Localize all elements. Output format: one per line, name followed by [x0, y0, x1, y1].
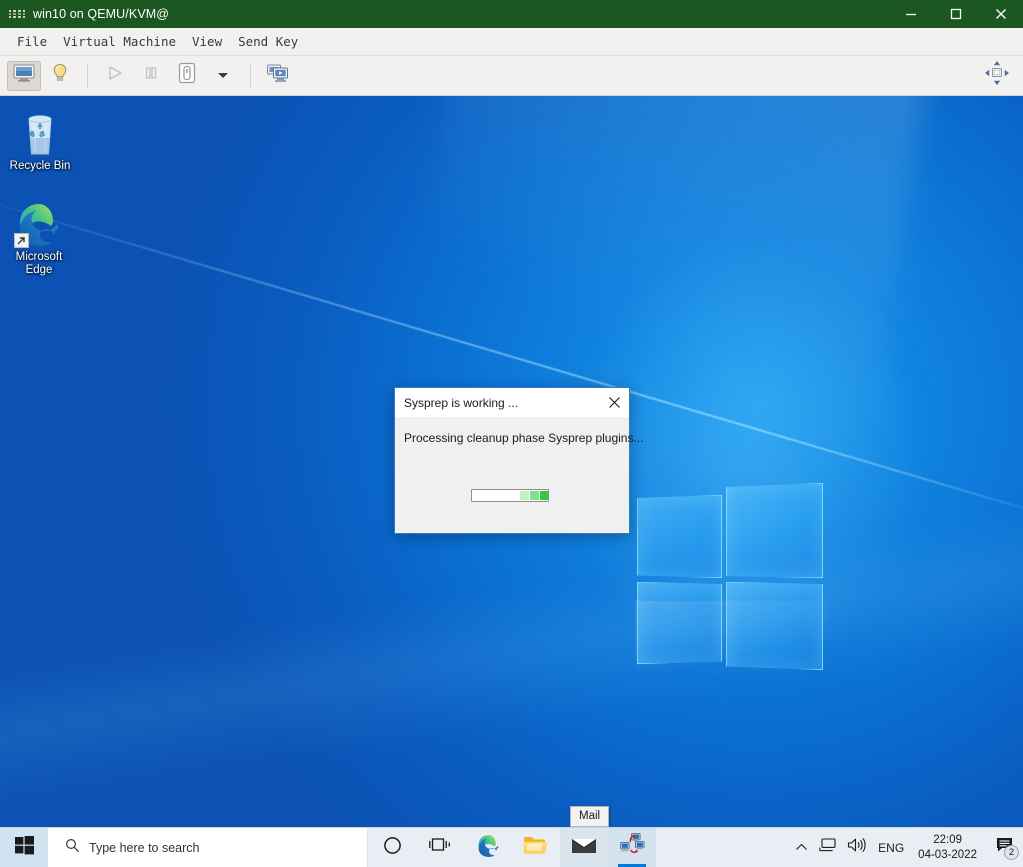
run-vm-button[interactable] [98, 61, 132, 91]
network-computers-icon [619, 833, 645, 862]
start-button[interactable] [0, 828, 48, 867]
notification-badge: 2 [1004, 845, 1019, 860]
show-console-button[interactable] [7, 61, 41, 91]
menu-virtual-machine[interactable]: Virtual Machine [55, 31, 184, 52]
toolbar-separator-2 [250, 64, 251, 88]
shutdown-menu-button[interactable] [206, 61, 240, 91]
menubar: File Virtual Machine View Send Key [0, 28, 1023, 56]
shutdown-vm-button[interactable] [170, 61, 204, 91]
tray-volume-button[interactable] [842, 828, 870, 867]
minimize-button[interactable] [888, 0, 933, 28]
taskbar: Type here to search [0, 827, 1023, 867]
sysprep-dialog[interactable]: Sysprep is working ... Processing cleanu… [394, 387, 630, 534]
taskbar-item-file-explorer[interactable] [512, 828, 560, 867]
windows-logo-icon [637, 483, 823, 670]
clock-time: 22:09 [933, 833, 962, 848]
virt-manager-icon [9, 9, 25, 20]
network-icon [819, 837, 837, 858]
menu-file[interactable]: File [9, 31, 55, 52]
play-icon [105, 64, 125, 87]
fullscreen-icon [984, 60, 1010, 91]
snapshots-icon [266, 63, 290, 88]
shortcut-overlay-icon [14, 233, 29, 248]
power-icon [177, 62, 197, 89]
snapshots-button[interactable] [261, 61, 295, 91]
show-details-button[interactable] [43, 61, 77, 91]
clock-date: 04-03-2022 [918, 848, 977, 863]
maximize-button[interactable] [933, 0, 978, 28]
dialog-message: Processing cleanup phase Sysprep plugins… [404, 431, 643, 445]
window-titlebar[interactable]: win10 on QEMU/KVM@ [0, 0, 1023, 28]
window-controls [888, 0, 1023, 28]
recycle-bin-icon [1, 109, 79, 157]
taskbar-item-microsoft-edge[interactable] [464, 828, 512, 867]
lightbulb-icon [51, 63, 69, 88]
desktop-icon-microsoft-edge[interactable]: Microsoft Edge [0, 200, 78, 277]
progress-bar [471, 489, 549, 502]
action-center-button[interactable]: 2 [987, 828, 1023, 867]
virt-manager-window: win10 on QEMU/KVM@ File Virtual Machine … [0, 0, 1023, 867]
taskbar-item-sysprep[interactable] [608, 828, 656, 867]
search-placeholder: Type here to search [89, 841, 199, 855]
toolbar-separator [87, 64, 88, 88]
chevron-down-icon [216, 67, 230, 85]
window-title: win10 on QEMU/KVM@ [33, 7, 169, 21]
monitor-icon [13, 64, 35, 87]
pause-icon [142, 64, 160, 87]
speaker-icon [847, 837, 866, 858]
tray-network-button[interactable] [814, 828, 842, 867]
search-icon [65, 838, 80, 858]
taskbar-tooltip: Mail [570, 806, 609, 827]
tray-language-indicator[interactable]: ENG [870, 841, 912, 855]
edge-icon [476, 833, 501, 863]
desktop-icon-label: Recycle Bin [1, 160, 79, 173]
desktop-icon-recycle-bin[interactable]: Recycle Bin [1, 109, 79, 173]
windows-logo-icon [15, 836, 34, 860]
fullscreen-button[interactable] [980, 61, 1014, 91]
taskbar-items [368, 828, 656, 867]
task-view-icon [429, 836, 451, 859]
search-input[interactable]: Type here to search [48, 828, 368, 867]
dialog-close-button[interactable] [599, 388, 629, 417]
desktop-icon-label: Microsoft [0, 251, 78, 264]
close-button[interactable] [978, 0, 1023, 28]
taskbar-item-mail[interactable] [560, 828, 608, 867]
menu-send-key[interactable]: Send Key [230, 31, 306, 52]
toolbar [0, 56, 1023, 96]
edge-icon [0, 200, 78, 248]
taskbar-clock[interactable]: 22:09 04-03-2022 [912, 828, 987, 867]
dialog-titlebar[interactable]: Sysprep is working ... [395, 388, 629, 418]
taskbar-item-task-view[interactable] [416, 828, 464, 867]
cortana-circle-icon [383, 836, 402, 860]
taskbar-item-cortana[interactable] [368, 828, 416, 867]
tray-show-hidden-button[interactable] [788, 828, 814, 867]
dialog-body: Processing cleanup phase Sysprep plugins… [395, 418, 629, 533]
pause-vm-button[interactable] [134, 61, 168, 91]
chevron-up-icon [795, 839, 808, 857]
guest-desktop[interactable]: Recycle Bin [0, 96, 1023, 867]
folder-icon [523, 834, 549, 861]
desktop-icon-label-line2: Edge [0, 264, 78, 277]
system-tray: ENG 22:09 04-03-2022 [788, 828, 1023, 867]
dialog-title: Sysprep is working ... [404, 396, 518, 410]
envelope-icon [571, 835, 597, 860]
menu-view[interactable]: View [184, 31, 230, 52]
